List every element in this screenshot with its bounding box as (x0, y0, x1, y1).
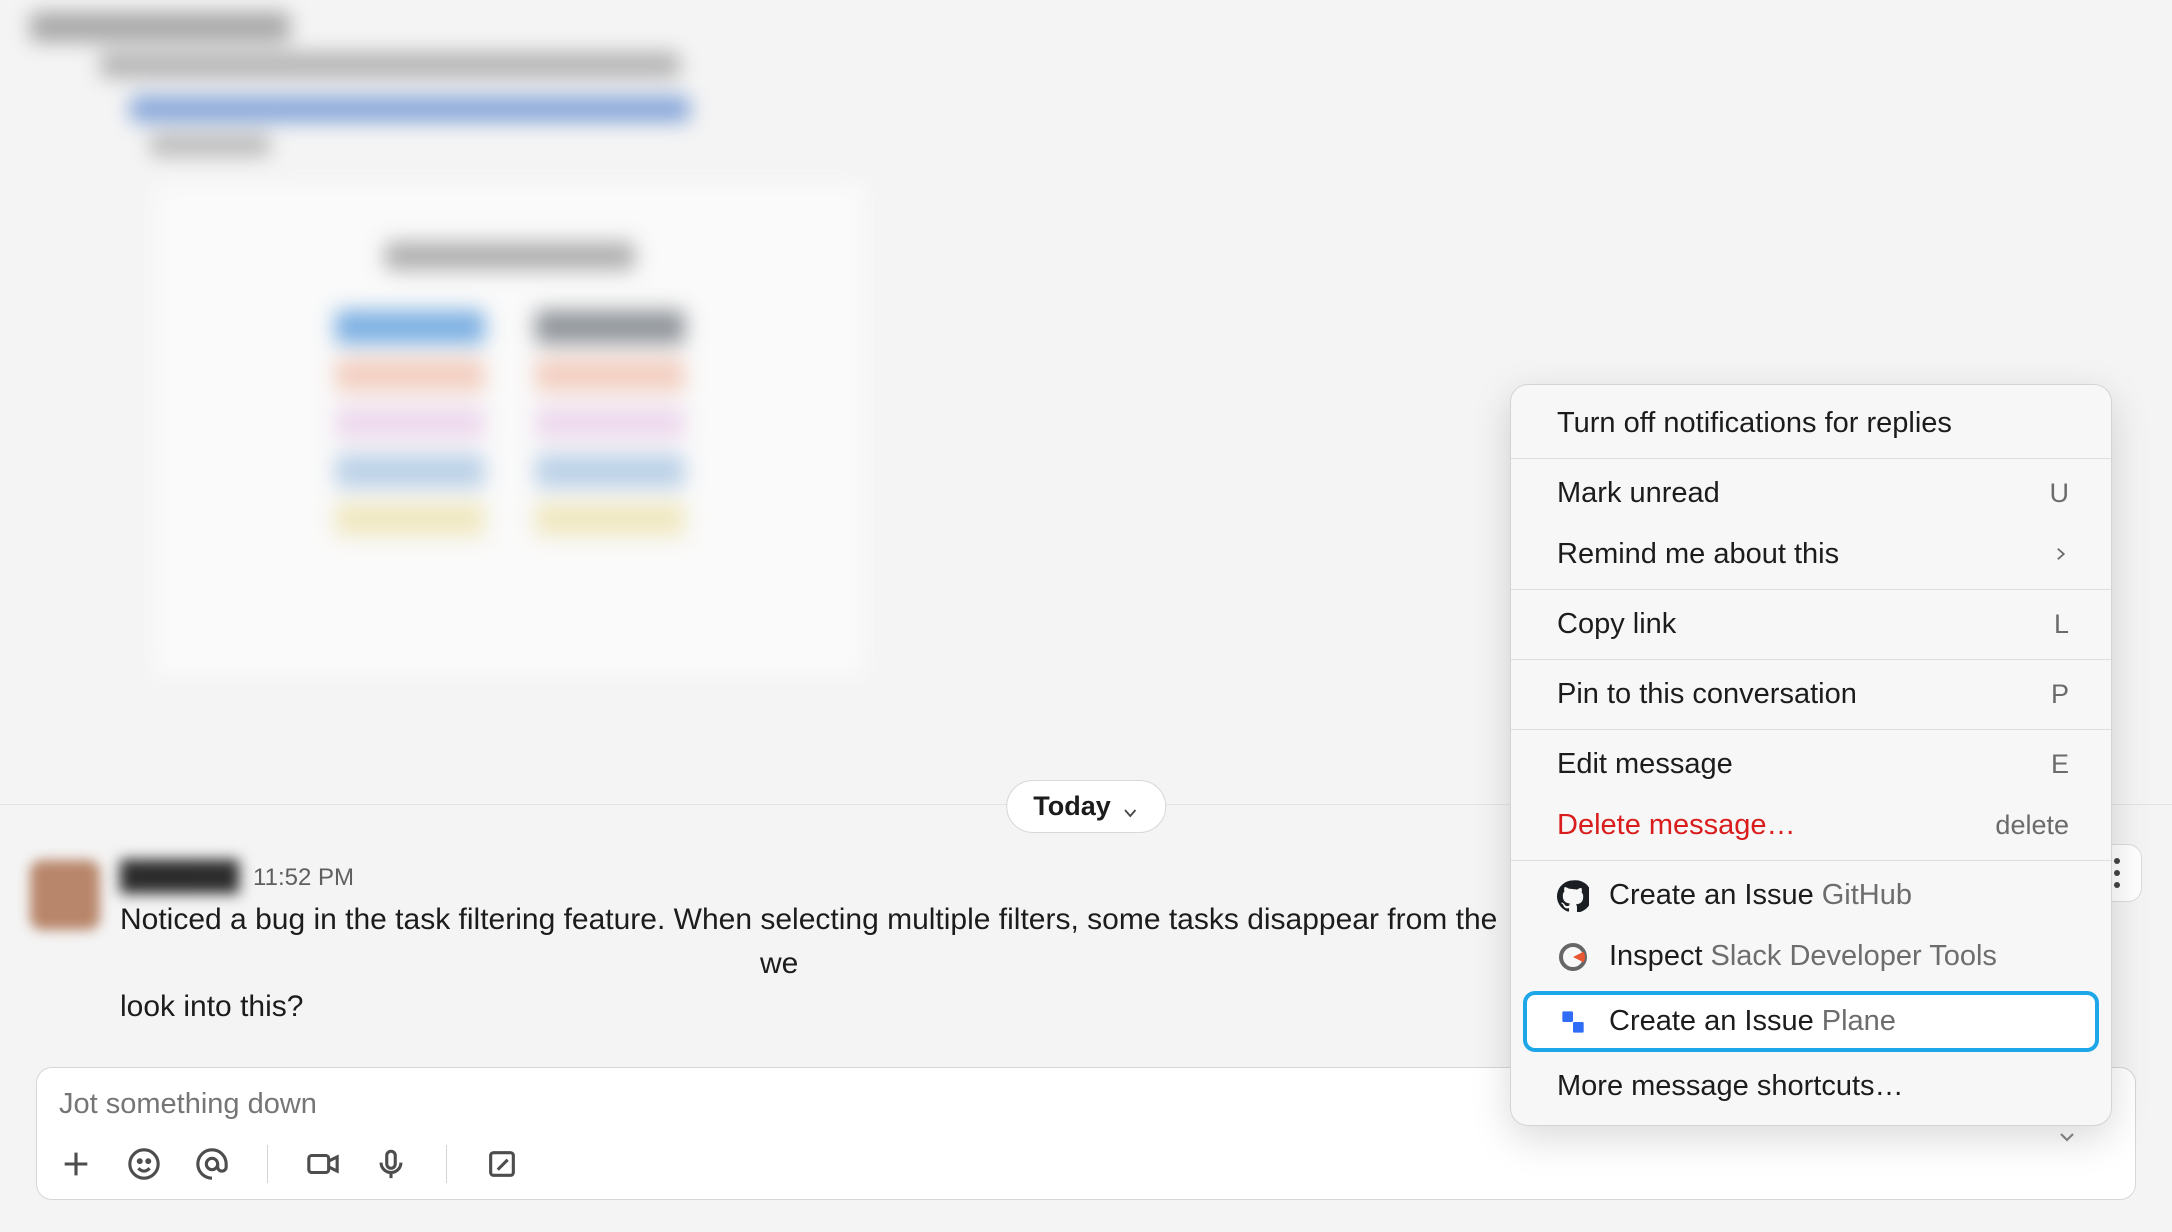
menu-inspect[interactable]: InspectSlack Developer Tools (1511, 926, 2111, 987)
message-author: ██████ (120, 860, 239, 892)
menu-copy-link[interactable]: Copy link L (1511, 594, 2111, 655)
slack-dev-tools-icon (1557, 941, 1589, 973)
message-timestamp: 11:52 PM (253, 864, 354, 892)
mention-icon[interactable] (195, 1147, 229, 1181)
more-vertical-icon (2114, 870, 2120, 876)
previous-message-blurred (30, 12, 930, 680)
menu-remind[interactable]: Remind me about this (1511, 524, 2111, 585)
chevron-right-icon (2051, 538, 2069, 571)
date-divider-label: Today (1033, 791, 1111, 822)
plane-icon (1557, 1006, 1589, 1038)
menu-delete-message[interactable]: Delete message… delete (1511, 795, 2111, 856)
menu-pin[interactable]: Pin to this conversation P (1511, 664, 2111, 725)
message-context-menu: Turn off notifications for replies Mark … (1510, 384, 2112, 1126)
microphone-icon[interactable] (374, 1147, 408, 1181)
chevron-down-icon[interactable] (2055, 1125, 2079, 1149)
chevron-down-icon (1121, 798, 1139, 816)
canvas-icon[interactable] (485, 1147, 519, 1181)
emoji-icon[interactable] (127, 1147, 161, 1181)
plus-icon[interactable] (59, 1147, 93, 1181)
menu-create-issue-github[interactable]: Create an IssueGitHub (1511, 865, 2111, 926)
menu-more-shortcuts[interactable]: More message shortcuts… (1511, 1056, 2111, 1117)
avatar (30, 860, 100, 930)
video-icon[interactable] (306, 1147, 340, 1181)
menu-turn-off-notifications[interactable]: Turn off notifications for replies (1511, 393, 2111, 454)
menu-create-issue-plane[interactable]: Create an IssuePlane (1523, 991, 2099, 1052)
date-divider-pill[interactable]: Today (1006, 780, 1166, 833)
menu-edit-message[interactable]: Edit message E (1511, 734, 2111, 795)
github-icon (1557, 880, 1589, 912)
menu-mark-unread[interactable]: Mark unread U (1511, 463, 2111, 524)
